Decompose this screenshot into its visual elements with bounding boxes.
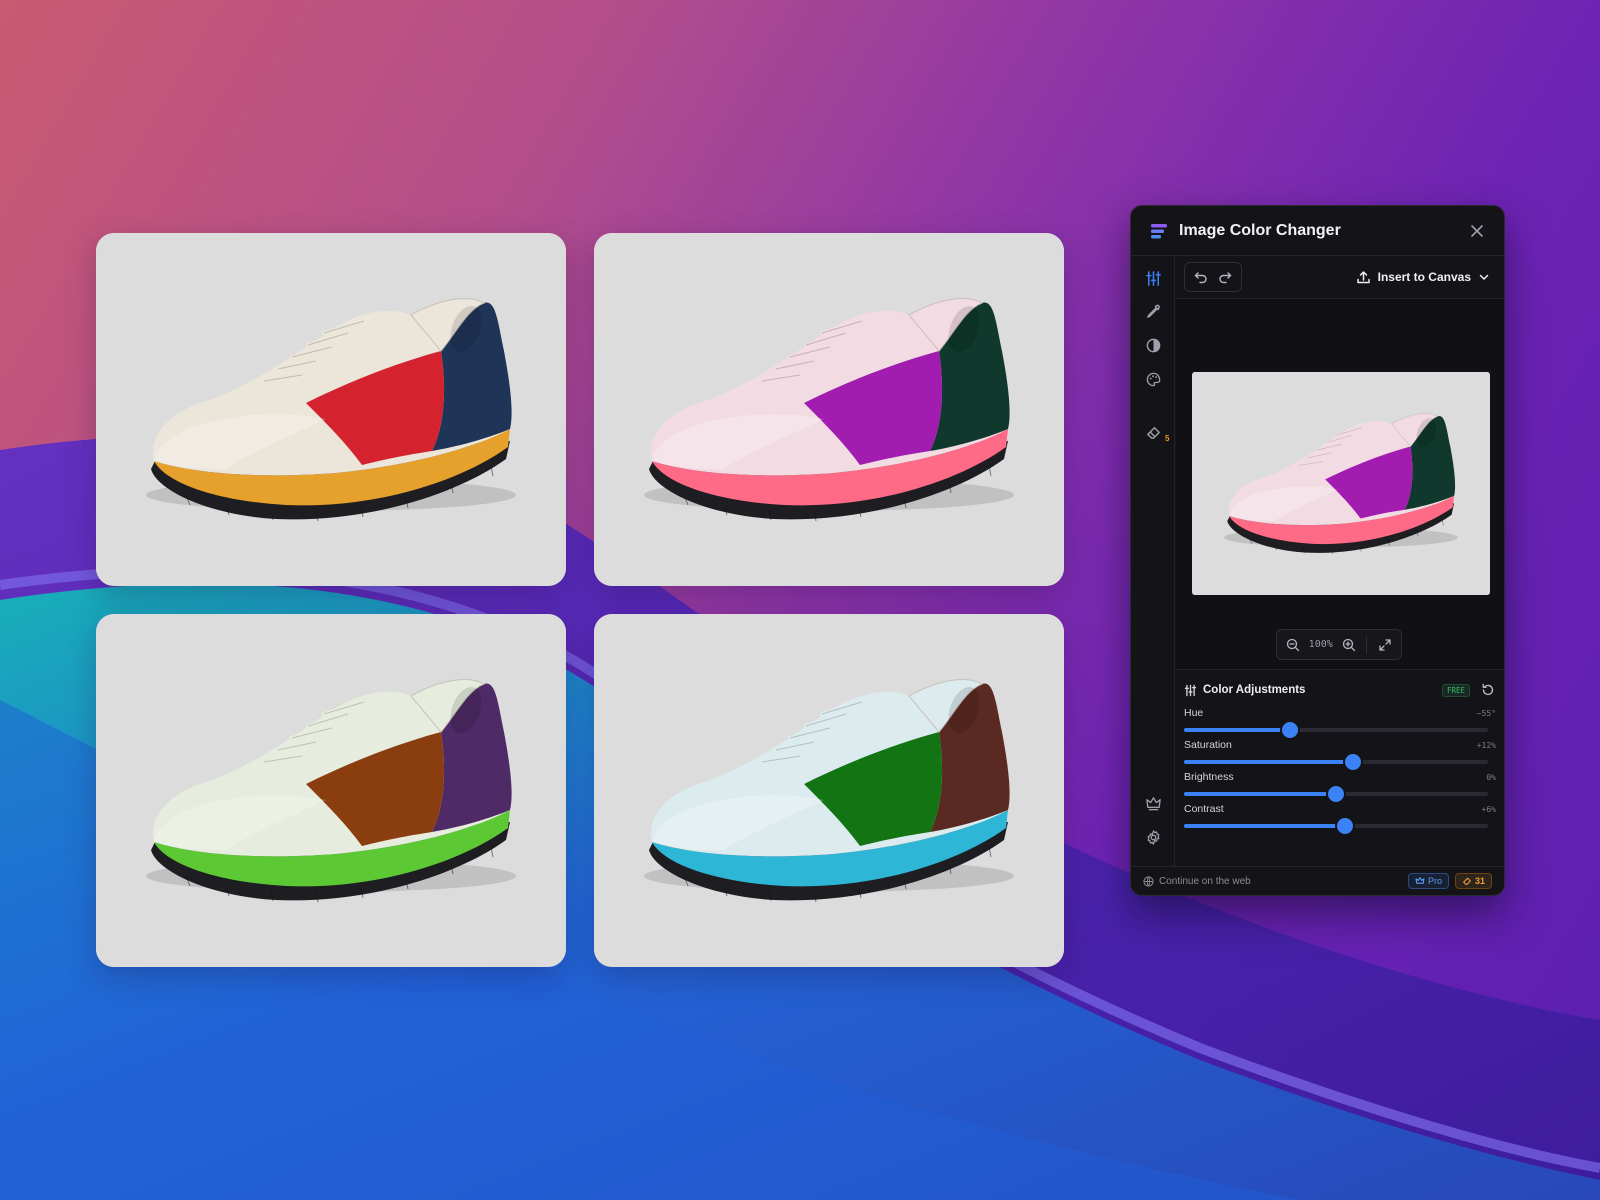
panel-footer: Continue on the web Pro 31 (1131, 866, 1504, 895)
tool-rail: 5 (1131, 256, 1175, 866)
shoe-image (1192, 372, 1490, 595)
continue-on-web-label: Continue on the web (1159, 875, 1251, 887)
reset-button[interactable] (1480, 682, 1496, 698)
shoe-image (96, 233, 566, 586)
shoe-image (96, 614, 566, 967)
slider-value: 0% (1486, 773, 1496, 782)
brightness-slider[interactable] (1184, 786, 1488, 802)
shoe-image (594, 233, 1064, 586)
zoom-divider (1366, 635, 1368, 654)
slider-fill (1184, 728, 1291, 732)
pro-badge[interactable]: Pro (1407, 873, 1449, 889)
eyedropper-icon (1146, 304, 1160, 318)
slider-fill (1184, 824, 1346, 828)
zoom-out-button[interactable] (1283, 633, 1303, 657)
slider-fill (1184, 792, 1336, 796)
shoe-card[interactable] (594, 614, 1064, 967)
image-color-changer-panel: Image Color Changer 5 Insert to Canvas 1… (1130, 205, 1505, 896)
zoom-control: 100% (1276, 629, 1402, 660)
shoe-card[interactable] (96, 614, 566, 967)
slider-fill (1184, 760, 1354, 764)
slider-thumb[interactable] (1328, 786, 1344, 802)
zoom-out-icon (1286, 638, 1300, 651)
color-picker-tool-button[interactable] (1141, 299, 1165, 323)
slider-row: Saturation +12% (1184, 739, 1496, 770)
shoe-card[interactable] (96, 233, 566, 586)
shoe-variant-grid (96, 233, 1064, 967)
slider-row: Brightness 0% (1184, 771, 1496, 802)
upgrade-button[interactable] (1141, 791, 1165, 815)
app-logo-icon (1151, 223, 1167, 238)
slider-label: Contrast (1184, 803, 1224, 815)
slider-label: Brightness (1184, 771, 1234, 783)
slider-value: −55° (1476, 709, 1496, 718)
globe-icon (1143, 875, 1154, 887)
eraser-tool-button[interactable]: 5 (1141, 420, 1169, 444)
redo-button[interactable] (1213, 265, 1237, 289)
slider-row: Contrast +6% (1184, 803, 1496, 834)
panel-main: Insert to Canvas 100% Color Adjustments … (1176, 256, 1504, 866)
contrast-tool-button[interactable] (1141, 333, 1165, 357)
panel-header: Image Color Changer (1131, 206, 1504, 256)
panel-toolbar: Insert to Canvas (1176, 256, 1504, 299)
continue-on-web-link[interactable]: Continue on the web (1143, 876, 1408, 887)
slider-label: Saturation (1184, 739, 1232, 751)
shoe-image (594, 614, 1064, 967)
color-adjustments-header: Color Adjustments FREE (1184, 680, 1496, 700)
free-badge: FREE (1441, 683, 1470, 697)
crown-icon (1145, 796, 1161, 810)
slider-thumb[interactable] (1337, 818, 1354, 834)
history-controls (1184, 262, 1242, 292)
slider-label: Hue (1184, 707, 1204, 719)
shoe-card[interactable] (594, 233, 1064, 586)
slider-value: +12% (1476, 741, 1496, 750)
insert-to-canvas-label: Insert to Canvas (1377, 270, 1471, 284)
credits-count: 31 (1474, 876, 1485, 886)
upload-icon (1356, 270, 1370, 283)
credits-badge[interactable]: 31 (1454, 873, 1492, 889)
undo-button[interactable] (1189, 265, 1213, 289)
credit-cost-badge: 5 (1165, 434, 1170, 443)
eraser-icon (1146, 426, 1160, 439)
credit-coin-icon (1463, 877, 1471, 885)
close-icon (1471, 224, 1483, 237)
slider-row: Hue −55° (1184, 707, 1496, 738)
sliders-icon (1184, 684, 1197, 696)
zoom-in-button[interactable] (1339, 633, 1359, 657)
insert-to-canvas-button[interactable]: Insert to Canvas (1352, 264, 1494, 291)
contrast-slider[interactable] (1184, 818, 1488, 834)
close-button[interactable] (1466, 220, 1488, 242)
palette-tool-button[interactable] (1141, 367, 1165, 391)
gear-icon (1147, 829, 1159, 845)
color-adjustments-title: Color Adjustments (1203, 684, 1306, 696)
zoom-level: 100% (1308, 639, 1333, 650)
contrast-icon (1146, 338, 1160, 352)
slider-list: Hue −55° Saturation +12% Brightness 0% Cont… (1184, 707, 1496, 834)
palette-icon (1146, 372, 1160, 386)
settings-button[interactable] (1141, 825, 1165, 849)
image-preview-area: 100% (1176, 299, 1504, 669)
chevron-down-icon (1479, 274, 1489, 280)
crown-icon (1415, 877, 1425, 884)
slider-thumb[interactable] (1345, 754, 1362, 770)
undo-icon (1194, 272, 1207, 284)
slider-value: +6% (1481, 805, 1496, 814)
fullscreen-button[interactable] (1375, 633, 1395, 657)
color-adjustments-section: Color Adjustments FREE Hue −55° Saturatio… (1176, 669, 1504, 866)
zoom-in-icon (1342, 638, 1355, 651)
pro-label: Pro (1427, 876, 1442, 886)
slider-thumb[interactable] (1282, 722, 1299, 738)
redo-icon (1219, 272, 1232, 284)
adjustments-tool-button[interactable] (1141, 266, 1165, 290)
saturation-slider[interactable] (1184, 754, 1488, 770)
reset-icon (1482, 683, 1494, 696)
panel-title: Image Color Changer (1179, 221, 1341, 239)
sliders-icon (1145, 270, 1161, 286)
preview-image[interactable] (1192, 372, 1490, 595)
hue-slider[interactable] (1184, 722, 1488, 738)
expand-icon (1379, 638, 1391, 651)
